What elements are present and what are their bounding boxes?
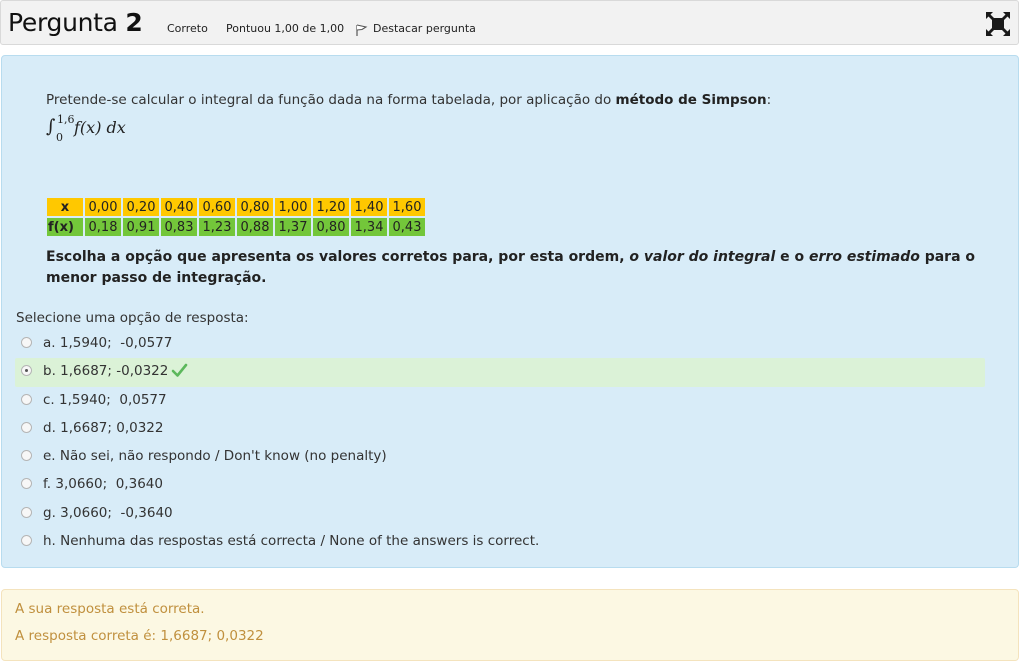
feedback-correct-answer: A resposta correta é: 1,6687; 0,0322 [15,628,264,644]
fx-cell: 1,23 [199,218,235,236]
radio-button[interactable] [21,506,32,518]
answer-option-d[interactable]: d. 1,6687; 0,0322 [15,415,985,443]
option-label[interactable]: d. 1,6687; 0,0322 [43,420,163,436]
question-title: Pergunta 2 [8,8,143,37]
table-row-x: x 0,00 0,20 0,40 0,60 0,80 1,00 1,20 1,4… [47,198,425,216]
stem-emphasis: o valor do integral [629,249,776,265]
fx-header: f(x) [47,218,83,236]
fx-cell: 0,88 [237,218,273,236]
x-cell: 1,20 [313,198,349,216]
option-label-wrap[interactable]: b. 1,6687; -0,0322 [43,363,188,379]
question-label: Pergunta [8,8,118,37]
option-label[interactable]: f. 3,0660; 0,3640 [43,476,163,492]
answer-option-f[interactable]: f. 3,0660; 0,3640 [15,471,985,499]
intro-bold: método de Simpson [615,92,767,108]
radio-button[interactable] [21,478,32,490]
radio-button[interactable] [21,421,32,433]
feedback-box: A sua resposta está correta. A resposta … [1,589,1019,661]
question-header: Pergunta 2 Correto Pontuou 1,00 de 1,00 … [0,0,1019,45]
flag-icon[interactable] [355,23,368,37]
data-table: x 0,00 0,20 0,40 0,60 0,80 1,00 1,20 1,4… [45,196,427,238]
option-label[interactable]: h. Nenhuma das respostas está correcta /… [43,533,539,549]
intro-end: : [766,92,772,108]
check-icon [172,363,188,378]
x-cell: 1,00 [275,198,311,216]
x-cell: 0,20 [123,198,159,216]
fx-cell: 1,37 [275,218,311,236]
radio-button-selected[interactable] [21,365,32,377]
answer-prompt: Selecione uma opção de resposta: [16,310,249,326]
radio-button[interactable] [21,393,32,405]
radio-button[interactable] [21,337,32,348]
answer-list: a. 1,5940; -0,0577 b. 1,6687; -0,0322 c.… [15,330,985,556]
fx-cell: 1,34 [351,218,387,236]
fx-cell: 0,43 [389,218,425,236]
integral-sign: ∫ [46,116,56,137]
answer-option-e[interactable]: e. Não sei, não respondo / Don't know (n… [15,443,985,471]
integral-upper-limit: 1,6 [57,113,75,126]
x-cell: 0,00 [85,198,121,216]
option-label[interactable]: g. 3,0660; -0,3640 [43,505,173,521]
question-formulation: Pretende-se calcular o integral da funçã… [1,55,1019,568]
x-cell: 1,40 [351,198,387,216]
question-intro: Pretende-se calcular o integral da funçã… [46,92,771,108]
flag-question-link[interactable]: Destacar pergunta [373,22,476,35]
stem-part: Escolha a opção que apresenta os valores… [46,249,630,265]
stem-part: e o [775,249,810,265]
fx-cell: 0,80 [313,218,349,236]
question-number: 2 [125,8,143,37]
answer-option-a[interactable]: a. 1,5940; -0,0577 [15,330,985,358]
answer-option-g[interactable]: g. 3,0660; -0,3640 [15,500,985,528]
feedback-result: A sua resposta está correta. [15,601,205,617]
expand-icon[interactable] [985,11,1011,37]
integral-expression: f(x) dx [74,118,126,137]
x-header: x [47,198,83,216]
x-cell: 0,40 [161,198,197,216]
x-cell: 1,60 [389,198,425,216]
table-row-fx: f(x) 0,18 0,91 0,83 1,23 0,88 1,37 0,80 … [47,218,425,236]
integral-formula: ∫ 1,6 0 f(x) dx [46,113,126,144]
answer-option-c[interactable]: c. 1,5940; 0,0577 [15,387,985,415]
radio-button[interactable] [21,450,32,462]
intro-text: Pretende-se calcular o integral da funçã… [46,92,616,108]
option-label[interactable]: b. 1,6687; -0,0322 [43,363,168,379]
question-stem: Escolha a opção que apresenta os valores… [46,247,986,289]
fx-cell: 0,91 [123,218,159,236]
option-label[interactable]: c. 1,5940; 0,0577 [43,392,167,408]
answer-option-h[interactable]: h. Nenhuma das respostas está correcta /… [15,528,985,556]
x-cell: 0,60 [199,198,235,216]
question-score: Pontuou 1,00 de 1,00 [226,22,345,35]
x-cell: 0,80 [237,198,273,216]
stem-emphasis: erro estimado [809,249,920,265]
radio-button[interactable] [21,535,32,547]
fx-cell: 0,83 [161,218,197,236]
integral-lower-limit: 0 [56,131,63,144]
question-status: Correto [167,22,208,35]
option-label[interactable]: a. 1,5940; -0,0577 [43,335,172,351]
option-label[interactable]: e. Não sei, não respondo / Don't know (n… [43,448,387,464]
answer-option-b[interactable]: b. 1,6687; -0,0322 [15,358,985,387]
fx-cell: 0,18 [85,218,121,236]
